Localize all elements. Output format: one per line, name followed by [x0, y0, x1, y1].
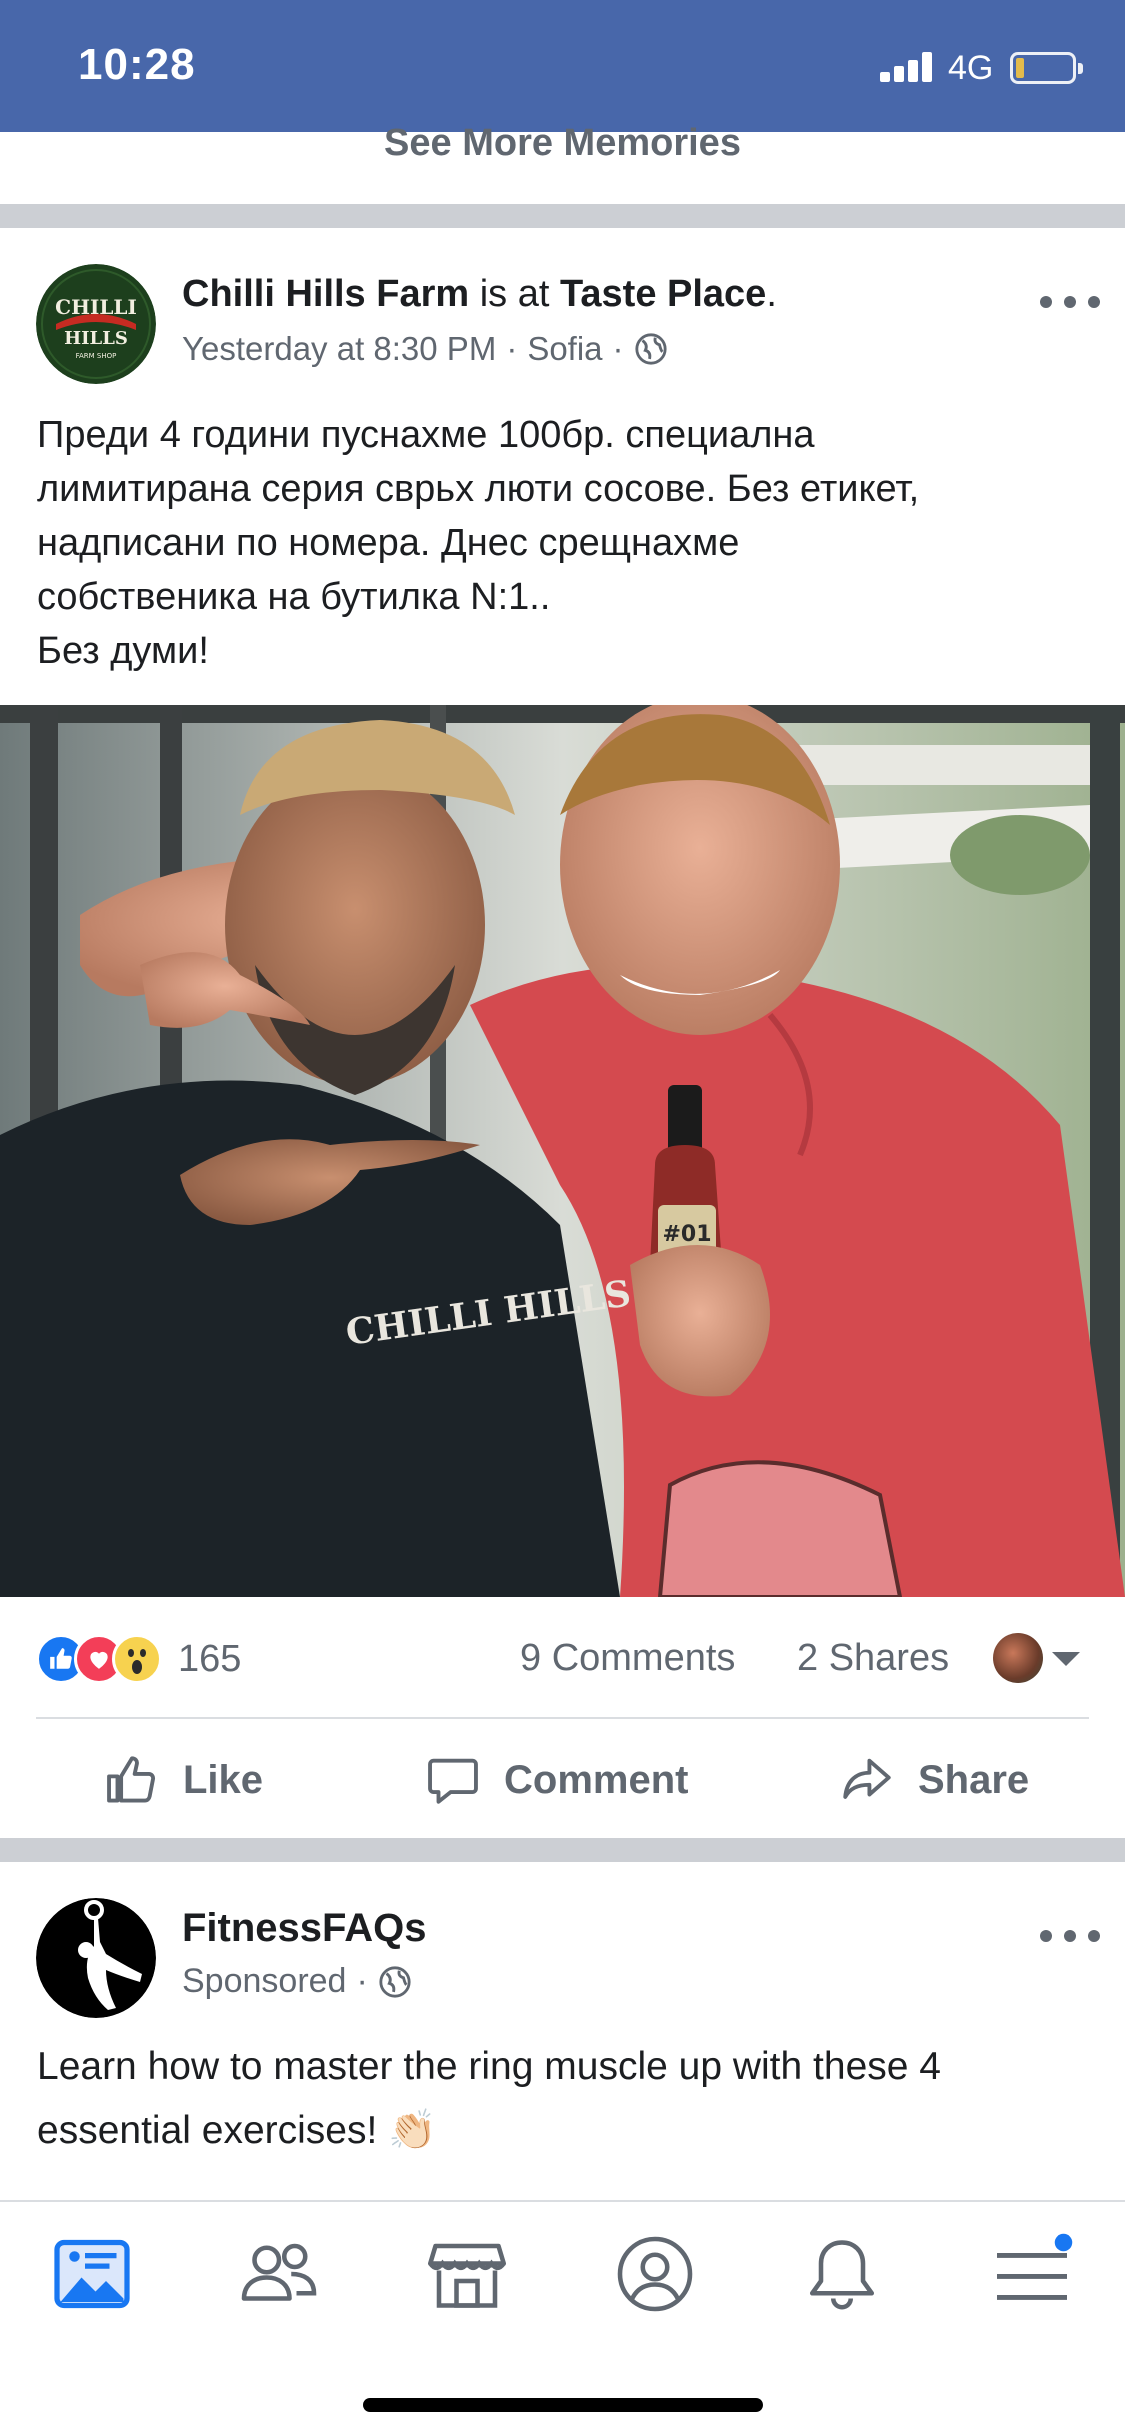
- status-time: 10:28: [78, 40, 196, 89]
- feed-divider: [0, 204, 1125, 228]
- home-indicator[interactable]: [363, 2398, 763, 2412]
- gymnast-logo-icon: [36, 1898, 156, 2018]
- comment-icon: [428, 1758, 478, 1804]
- network-type: 4G: [948, 49, 994, 87]
- viewer-avatar[interactable]: [993, 1633, 1043, 1683]
- is-at-text: is at: [479, 273, 550, 315]
- comment-label: Comment: [504, 1757, 689, 1802]
- wow-reaction-icon: [112, 1634, 162, 1684]
- see-more-memories-link[interactable]: See More Memories: [0, 124, 1125, 204]
- post-text-line: Без думи!: [37, 630, 209, 672]
- feed-divider: [0, 1838, 1125, 1862]
- period: .: [766, 273, 777, 315]
- meta-separator: ·: [356, 1962, 368, 2000]
- see-more-label: See More Memories: [384, 122, 741, 164]
- status-bar: 10:28 4G: [0, 0, 1125, 132]
- tab-news-feed[interactable]: [50, 2232, 134, 2316]
- tab-friends[interactable]: [237, 2232, 321, 2316]
- photo-illustration: CHILLI HILLS #01: [0, 705, 1125, 1597]
- post-location[interactable]: Sofia: [527, 330, 602, 368]
- tab-menu[interactable]: [990, 2232, 1074, 2316]
- chevron-down-icon[interactable]: [1052, 1652, 1080, 1666]
- post-text-line: лимитирана серия сврьх люти сосове. Без …: [37, 468, 920, 510]
- reactions-summary[interactable]: 165: [36, 1632, 241, 1686]
- page-name-link[interactable]: Chilli Hills Farm: [182, 273, 469, 315]
- post-meta: Yesterday at 8:30 PM · Sofia ·: [182, 330, 668, 368]
- battery-icon: [1010, 52, 1083, 84]
- post-more-options-icon[interactable]: [1040, 292, 1100, 312]
- fitnessfaqs-avatar[interactable]: [36, 1898, 156, 2018]
- menu-icon: [997, 2233, 1073, 2300]
- friends-icon: [241, 2243, 317, 2301]
- thumbs-up-icon: [107, 1756, 156, 1803]
- actions-divider: [36, 1717, 1089, 1719]
- meta-separator: ·: [506, 330, 518, 367]
- globe-icon: [634, 333, 667, 365]
- share-arrow-icon: [843, 1758, 891, 1799]
- reaction-count: 165: [178, 1637, 242, 1680]
- news-feed-icon: [54, 2239, 130, 2309]
- comments-count-link[interactable]: 9 Comments: [520, 1637, 735, 1680]
- svg-text:CHILLI: CHILLI: [55, 295, 137, 319]
- like-button[interactable]: Like: [103, 1745, 263, 1815]
- post-time[interactable]: Yesterday at 8:30 PM: [182, 330, 496, 368]
- signal-icon: [880, 52, 934, 82]
- bottle-label-text: #01: [662, 1222, 711, 1247]
- post-text-line: надписани по номера. Днес срещнахме: [37, 522, 740, 564]
- globe-icon: [379, 1965, 411, 1998]
- post-text: Преди 4 години пуснахме 100бр. специална…: [37, 408, 1097, 678]
- like-label: Like: [183, 1757, 264, 1802]
- share-label: Share: [918, 1757, 1030, 1802]
- sponsored-label[interactable]: Sponsored: [182, 1962, 346, 2001]
- svg-text:FARM SHOP: FARM SHOP: [76, 352, 117, 360]
- post-text-line: Преди 4 години пуснахме 100бр. специална: [37, 414, 815, 456]
- place-link[interactable]: Taste Place: [560, 273, 766, 315]
- shares-count-link[interactable]: 2 Shares: [797, 1637, 949, 1680]
- share-button[interactable]: Share: [838, 1745, 1029, 1815]
- page-avatar[interactable]: CHILLI HILLS FARM SHOP: [36, 264, 156, 384]
- svg-text:HILLS: HILLS: [64, 328, 128, 349]
- tab-profile[interactable]: [613, 2232, 697, 2316]
- sponsored-more-options-icon[interactable]: [1040, 1926, 1100, 1946]
- profile-icon: [617, 2236, 693, 2312]
- tab-notifications[interactable]: [800, 2232, 884, 2316]
- post-text-line: собственика на бутилка N:1..: [37, 576, 551, 618]
- meta-separator: ·: [612, 330, 624, 367]
- sponsored-text: Learn how to master the ring muscle up w…: [37, 2045, 941, 2152]
- chilli-hills-logo-icon: CHILLI HILLS FARM SHOP: [36, 264, 156, 384]
- notifications-icon: [809, 2240, 875, 2310]
- post-photo[interactable]: CHILLI HILLS #01: [0, 705, 1125, 1597]
- sponsored-meta: Sponsored ·: [182, 1962, 412, 2001]
- sponsor-name-link[interactable]: FitnessFAQs: [182, 1906, 427, 1951]
- comment-button[interactable]: Comment: [424, 1745, 688, 1815]
- post-author-line: Chilli Hills Farm is at Taste Place.: [182, 273, 777, 316]
- tab-marketplace[interactable]: [425, 2232, 509, 2316]
- marketplace-icon: [427, 2243, 507, 2308]
